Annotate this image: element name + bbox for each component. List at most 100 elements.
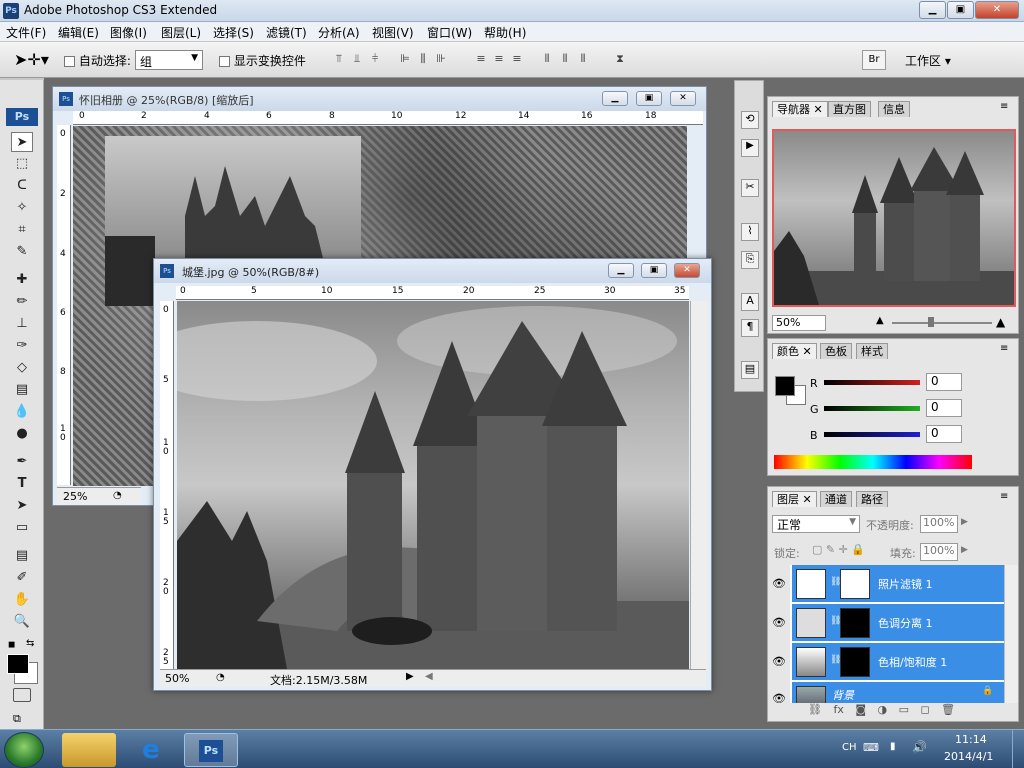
show-transform-group[interactable]: 显示变换控件 bbox=[219, 52, 306, 69]
layer-mask-thumbnail[interactable] bbox=[840, 647, 870, 677]
layer-mask-thumbnail[interactable] bbox=[840, 608, 870, 638]
align-top-icon[interactable]: ⫪ bbox=[330, 52, 348, 68]
doc-titlebar[interactable]: Ps 城堡.jpg @ 50%(RGB/8#) ▁ ▣ ✕ bbox=[154, 259, 711, 283]
distribute-left-icon[interactable]: ⦀ bbox=[538, 52, 556, 68]
auto-align-icon[interactable]: ⧗ bbox=[611, 52, 629, 68]
layer-row[interactable]: ⛓ 色相/饱和度 1 bbox=[792, 643, 1004, 681]
channel-value-g[interactable]: 0 bbox=[926, 399, 962, 417]
clock-date[interactable]: 2014/4/1 bbox=[944, 750, 993, 763]
align-left-icon[interactable]: ⊫ bbox=[396, 52, 414, 68]
channel-slider-g[interactable] bbox=[824, 406, 920, 411]
menu-select[interactable]: 选择(S) bbox=[213, 24, 254, 41]
menu-image[interactable]: 图像(I) bbox=[110, 24, 147, 41]
foreground-color-swatch[interactable] bbox=[7, 654, 29, 674]
channel-value-r[interactable]: 0 bbox=[926, 373, 962, 391]
doc-minimize-button[interactable]: ▁ bbox=[602, 91, 628, 106]
doc-minimize-button[interactable]: ▁ bbox=[608, 263, 634, 278]
keyboard-icon[interactable]: ⌨ bbox=[863, 741, 879, 754]
lock-icons[interactable]: ▢ ✎ ✛ 🔒 bbox=[812, 543, 865, 556]
marquee-tool-icon[interactable]: ⬚ bbox=[11, 154, 33, 174]
healing-brush-icon[interactable]: ✚ bbox=[11, 270, 33, 290]
tab-paths[interactable]: 路径 bbox=[856, 491, 888, 507]
photoshop-task-button[interactable]: Ps bbox=[184, 733, 238, 767]
menu-view[interactable]: 视图(V) bbox=[372, 24, 414, 41]
clone-source-icon[interactable]: ⎘ bbox=[741, 251, 759, 269]
actions-icon[interactable]: ▶ bbox=[741, 139, 759, 157]
menu-window[interactable]: 窗口(W) bbox=[427, 24, 472, 41]
doc-titlebar[interactable]: Ps 怀旧相册 @ 25%(RGB/8) [缩放后] ▁ ▣ ✕ bbox=[53, 87, 706, 111]
auto-select-checkbox[interactable] bbox=[64, 56, 75, 67]
layer-name[interactable]: 色相/饱和度 1 bbox=[878, 654, 947, 670]
zoom-out-icon[interactable]: ▲ bbox=[876, 315, 884, 326]
status-menu-icon[interactable]: ◔ bbox=[216, 672, 225, 683]
workspace-button[interactable]: 工作区 ▾ bbox=[905, 52, 951, 69]
layers-scrollbar[interactable] bbox=[1004, 565, 1018, 703]
start-button[interactable] bbox=[4, 732, 44, 768]
status-menu-icon[interactable]: ◔ bbox=[113, 490, 122, 501]
history-brush-icon[interactable]: ✑ bbox=[11, 336, 33, 356]
doc-maximize-button[interactable]: ▣ bbox=[636, 91, 662, 106]
history-icon[interactable]: ⟲ bbox=[741, 111, 759, 129]
crop-tool-icon[interactable]: ⌗ bbox=[11, 220, 33, 240]
navigator-zoom-field[interactable]: 50% bbox=[772, 315, 826, 331]
slice-tool-icon[interactable]: ✎ bbox=[11, 242, 33, 262]
blur-tool-icon[interactable]: 💧 bbox=[11, 402, 33, 422]
layer-name[interactable]: 色调分离 1 bbox=[878, 615, 933, 631]
zoom-level[interactable]: 25% bbox=[63, 490, 87, 503]
rectangle-tool-icon[interactable]: ▭ bbox=[11, 518, 33, 538]
maximize-button[interactable]: ▣ bbox=[947, 1, 974, 19]
blend-mode-dropdown[interactable]: 正常 ▼ bbox=[772, 515, 860, 533]
channel-slider-b[interactable] bbox=[824, 432, 920, 437]
fill-field[interactable]: 100% bbox=[920, 543, 958, 561]
auto-select-dropdown[interactable]: 组 ▼ bbox=[135, 50, 203, 70]
default-colors-icon[interactable]: ◼ bbox=[8, 640, 15, 650]
opacity-arrow-icon[interactable]: ▶ bbox=[961, 517, 968, 527]
paragraph-icon[interactable]: ¶ bbox=[741, 319, 759, 337]
tab-color[interactable]: 颜色 ✕ bbox=[772, 343, 817, 359]
layer-name[interactable]: 照片滤镜 1 bbox=[878, 576, 933, 592]
panel-menu-icon[interactable]: ≡ bbox=[1000, 101, 1008, 112]
fill-arrow-icon[interactable]: ▶ bbox=[961, 545, 968, 555]
eyedropper-tool-icon[interactable]: ✐ bbox=[11, 568, 33, 588]
zoom-in-icon[interactable]: ▲ bbox=[996, 315, 1005, 329]
close-button[interactable]: ✕ bbox=[975, 1, 1019, 19]
doc-maximize-button[interactable]: ▣ bbox=[641, 263, 667, 278]
eye-icon[interactable]: 👁 bbox=[772, 692, 786, 703]
tab-swatches[interactable]: 色板 bbox=[820, 343, 852, 359]
brushes-icon[interactable]: ⌇ bbox=[741, 223, 759, 241]
character-icon[interactable]: A bbox=[741, 293, 759, 311]
brush-tool-icon[interactable]: ✏ bbox=[11, 292, 33, 312]
move-tool-icon[interactable]: ➤ bbox=[11, 132, 33, 152]
distribute-top-icon[interactable]: ≡ bbox=[472, 52, 490, 68]
align-bottom-icon[interactable]: ⫩ bbox=[366, 52, 384, 68]
ie-icon[interactable]: e bbox=[124, 733, 178, 767]
vertical-scrollbar[interactable] bbox=[690, 301, 708, 671]
menu-help[interactable]: 帮助(H) bbox=[484, 24, 526, 41]
network-icon[interactable]: ▮ bbox=[890, 741, 896, 752]
menu-file[interactable]: 文件(F) bbox=[6, 24, 46, 41]
layer-comps-icon[interactable]: ▤ bbox=[741, 361, 759, 379]
tab-histogram[interactable]: 直方图 bbox=[828, 101, 871, 117]
menu-analysis[interactable]: 分析(A) bbox=[318, 24, 360, 41]
panel-menu-icon[interactable]: ≡ bbox=[1000, 343, 1008, 354]
navigator-preview[interactable] bbox=[772, 129, 1016, 307]
zoom-level[interactable]: 50% bbox=[165, 672, 189, 685]
doc-close-button[interactable]: ✕ bbox=[674, 263, 700, 278]
pen-tool-icon[interactable]: ✒ bbox=[11, 452, 33, 472]
show-transform-checkbox[interactable] bbox=[219, 56, 230, 67]
notes-tool-icon[interactable]: ▤ bbox=[11, 546, 33, 566]
align-right-icon[interactable]: ⊪ bbox=[432, 52, 450, 68]
layer-row[interactable]: ⛓ 照片滤镜 1 bbox=[792, 565, 1004, 603]
menu-layer[interactable]: 图层(L) bbox=[161, 24, 201, 41]
language-indicator[interactable]: CH bbox=[842, 742, 857, 753]
align-vcenter-icon[interactable]: ⫫ bbox=[348, 52, 366, 68]
menu-filter[interactable]: 滤镜(T) bbox=[266, 24, 307, 41]
document-window-castle[interactable]: Ps 城堡.jpg @ 50%(RGB/8#) ▁ ▣ ✕ 0 5 10 15 … bbox=[153, 258, 712, 691]
type-tool-icon[interactable]: T bbox=[11, 474, 33, 494]
color-spectrum-bar[interactable] bbox=[774, 455, 972, 469]
channel-value-b[interactable]: 0 bbox=[926, 425, 962, 443]
opacity-field[interactable]: 100% bbox=[920, 515, 958, 533]
zoom-tool-icon[interactable]: 🔍 bbox=[11, 612, 33, 632]
hand-tool-icon[interactable]: ✋ bbox=[11, 590, 33, 610]
eye-icon[interactable]: 👁 bbox=[772, 655, 786, 668]
